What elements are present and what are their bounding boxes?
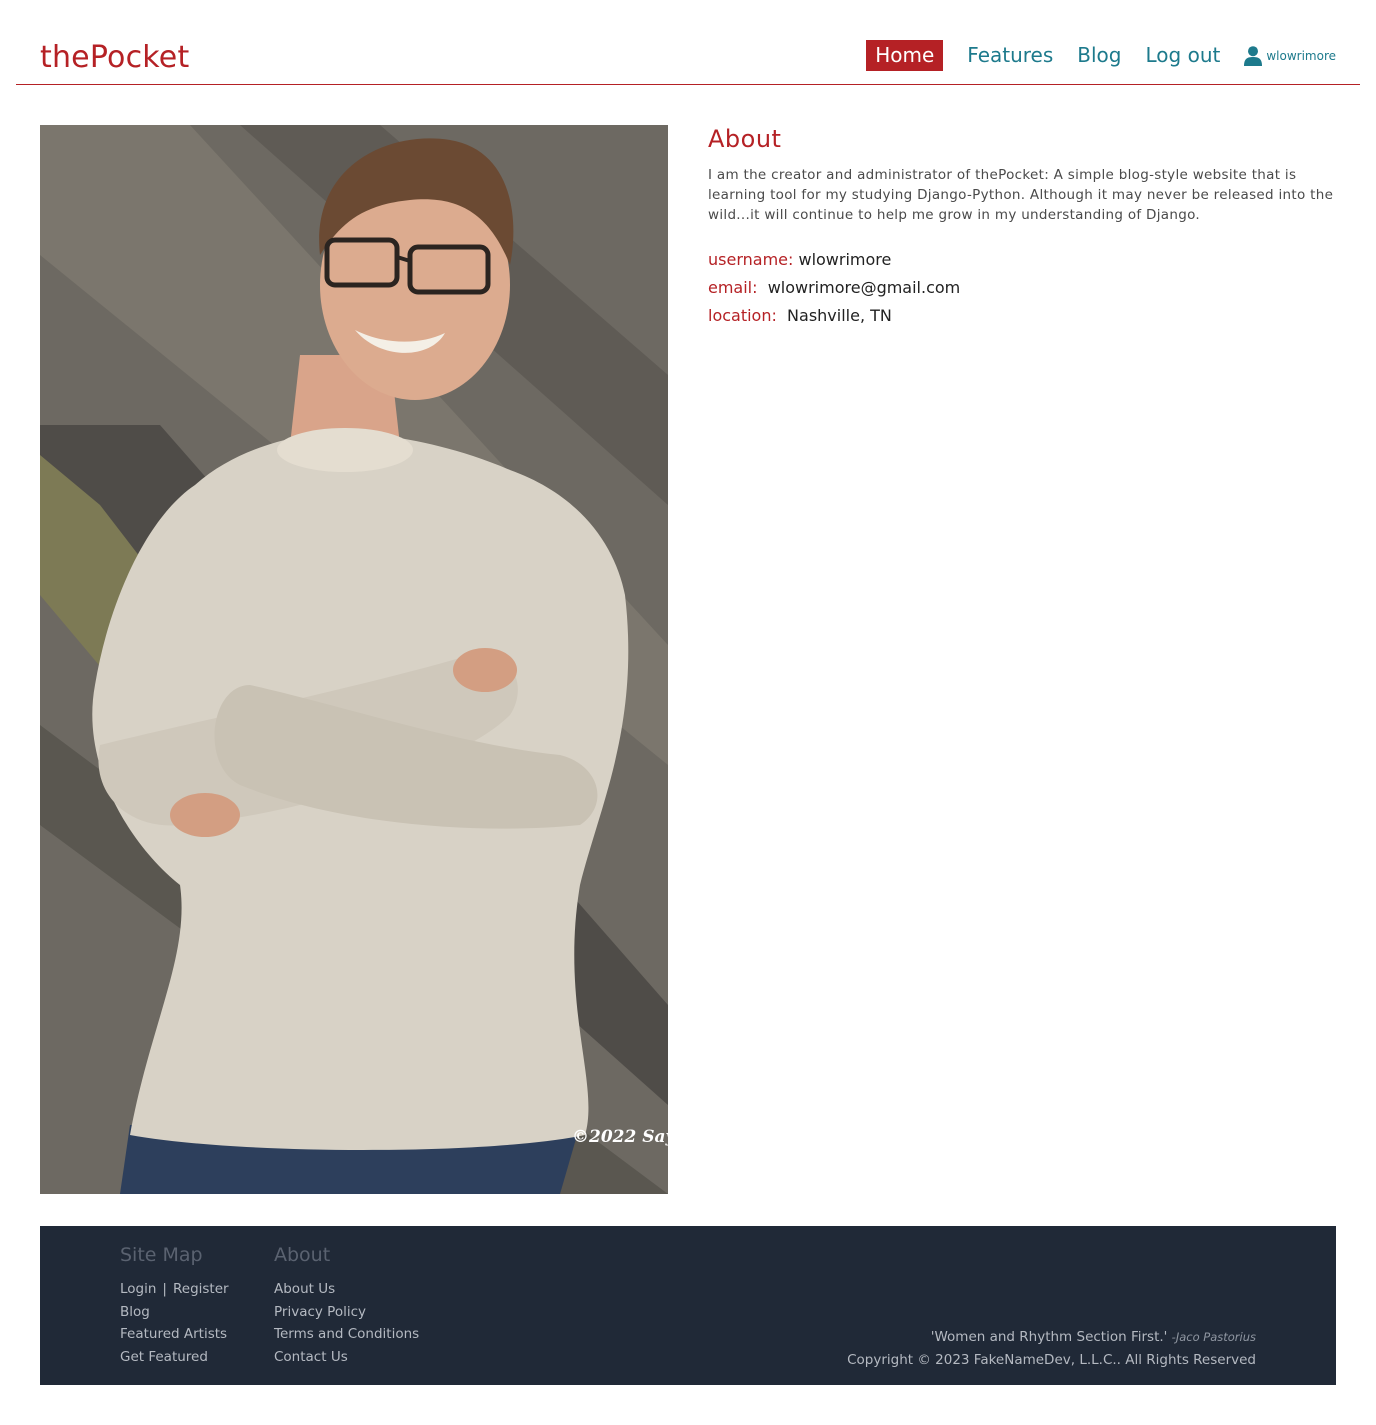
email-field: email: wlowrimore@gmail.com — [708, 274, 1338, 302]
about-section: About I am the creator and administrator… — [708, 125, 1338, 330]
about-title: About — [708, 125, 782, 153]
footer-quote-author: -Jaco Pastorius — [1171, 1330, 1256, 1344]
email-value: wlowrimore@gmail.com — [767, 278, 961, 297]
photo-watermark: ©2022 Sayre — [572, 1127, 668, 1147]
footer-featured-artists-link[interactable]: Featured Artists — [120, 1323, 229, 1346]
login-register-row: Login | Register — [120, 1278, 229, 1301]
user-icon — [1244, 45, 1263, 66]
user-name: wlowrimore — [1266, 48, 1336, 63]
footer-terms-link[interactable]: Terms and Conditions — [274, 1323, 419, 1346]
footer-site-map: Site Map Login | Register Blog Featured Ar… — [120, 1244, 229, 1369]
nav-blog[interactable]: Blog — [1077, 40, 1121, 71]
site-map-heading: Site Map — [120, 1244, 203, 1266]
footer-login-link[interactable]: Login — [120, 1281, 156, 1297]
profile-fields: username: wlowrimore email: wlowrimore@g… — [708, 246, 1338, 330]
footer-copyright: Copyright © 2023 FakeNameDev, L.L.C.. Al… — [847, 1351, 1256, 1368]
footer-separator: | — [162, 1281, 167, 1297]
footer-about-us-link[interactable]: About Us — [274, 1278, 419, 1301]
username-label: username: — [708, 250, 794, 269]
footer-quote: 'Women and Rhythm Section First.' — [930, 1329, 1168, 1345]
main-nav: Home Features Blog Log out wlowrimore — [866, 40, 1336, 71]
footer-get-featured-link[interactable]: Get Featured — [120, 1346, 229, 1369]
brand-logo[interactable]: thePocket — [40, 40, 189, 75]
nav-home[interactable]: Home — [866, 40, 944, 71]
footer-register-link[interactable]: Register — [173, 1281, 229, 1297]
footer-info: 'Women and Rhythm Section First.' -Jaco … — [847, 1326, 1256, 1371]
location-value: Nashville, TN — [787, 306, 892, 325]
location-field: location: Nashville, TN — [708, 302, 1338, 330]
nav-features[interactable]: Features — [967, 40, 1053, 71]
footer-about-heading: About — [274, 1244, 331, 1266]
footer-about: About About Us Privacy Policy Terms and … — [274, 1244, 419, 1369]
footer-privacy-link[interactable]: Privacy Policy — [274, 1301, 419, 1324]
email-label: email: — [708, 278, 758, 297]
user-profile-link[interactable]: wlowrimore — [1244, 45, 1336, 66]
location-label: location: — [708, 306, 777, 325]
footer-quote-row: 'Women and Rhythm Section First.' -Jaco … — [847, 1326, 1256, 1349]
site-footer: Site Map Login | Register Blog Featured Ar… — [40, 1226, 1336, 1385]
footer-blog-link[interactable]: Blog — [120, 1301, 229, 1324]
site-header: thePocket Home Features Blog Log out wlo… — [16, 0, 1360, 85]
nav-logout[interactable]: Log out — [1146, 40, 1221, 71]
about-bio: I am the creator and administrator of th… — [708, 167, 1334, 223]
profile-photo: ©2022 Sayre — [40, 125, 668, 1194]
username-value: wlowrimore — [798, 250, 892, 269]
footer-contact-link[interactable]: Contact Us — [274, 1346, 419, 1369]
username-field: username: wlowrimore — [708, 246, 1338, 274]
